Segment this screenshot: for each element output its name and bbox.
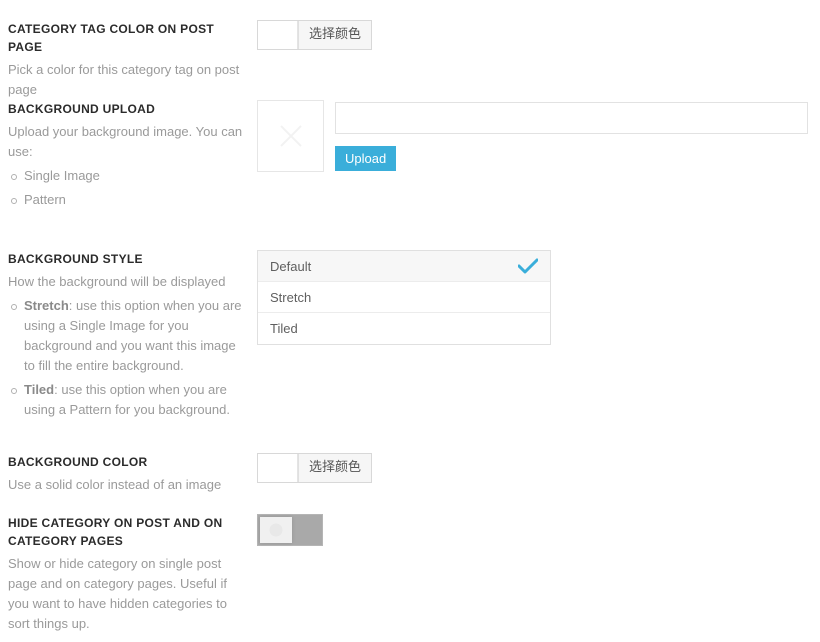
field-control: Upload [257, 100, 809, 180]
field-title: BACKGROUND UPLOAD [8, 100, 248, 118]
choose-color-button[interactable]: 选择颜色 [298, 454, 371, 482]
list-item-text: : use this option when you are using a P… [24, 382, 230, 417]
option-label: Default [270, 259, 311, 274]
check-icon [518, 258, 538, 274]
color-swatch[interactable] [258, 454, 298, 482]
field-description: Pick a color for this category tag on po… [8, 60, 248, 100]
background-image-url-input[interactable] [335, 102, 808, 134]
option-label: Tiled [270, 321, 298, 336]
background-style-option-list: Default Stretch Tiled [257, 250, 551, 345]
field-label-group: BACKGROUND COLOR Use a solid color inste… [8, 453, 248, 495]
field-description: Show or hide category on single post pag… [8, 554, 248, 634]
field-label-group: BACKGROUND STYLE How the background will… [8, 250, 248, 424]
field-label-group: BACKGROUND UPLOAD Upload your background… [8, 100, 248, 214]
field-control: 选择颜色 [257, 20, 372, 52]
list-item: Pattern [8, 190, 248, 210]
field-description: How the background will be displayed [8, 272, 248, 292]
field-description: Upload your background image. You can us… [8, 122, 248, 162]
list-item: Tiled: use this option when you are usin… [8, 380, 248, 420]
toggle-knob [260, 517, 292, 543]
color-swatch[interactable] [258, 21, 298, 49]
option-item-stretch[interactable]: Stretch [258, 282, 550, 313]
upload-control-group: Upload [257, 100, 809, 180]
field-control [257, 514, 323, 546]
list-item-term: Stretch [24, 298, 69, 313]
list-item-term: Tiled [24, 382, 54, 397]
field-control: 选择颜色 [257, 453, 372, 485]
upload-button[interactable]: Upload [335, 146, 396, 171]
hide-category-toggle[interactable] [257, 514, 323, 546]
list-item: Single Image [8, 166, 248, 186]
field-control: Default Stretch Tiled [257, 250, 551, 345]
field-description: Use a solid color instead of an image [8, 475, 248, 495]
field-title: CATEGORY TAG COLOR ON POST PAGE [8, 20, 248, 56]
field-label-group: HIDE CATEGORY ON POST AND ON CATEGORY PA… [8, 514, 248, 634]
category-tag-color-picker[interactable]: 选择颜色 [257, 20, 372, 50]
image-thumbnail-box[interactable] [257, 100, 324, 172]
field-title: HIDE CATEGORY ON POST AND ON CATEGORY PA… [8, 514, 248, 550]
background-color-picker[interactable]: 选择颜色 [257, 453, 372, 483]
background-style-explainer-list: Stretch : use this option when you are us… [8, 296, 248, 420]
option-label: Stretch [270, 290, 311, 305]
option-item-tiled[interactable]: Tiled [258, 313, 550, 344]
list-item: Stretch: use this option when you are us… [8, 296, 248, 376]
field-label-group: CATEGORY TAG COLOR ON POST PAGE Pick a c… [8, 20, 248, 100]
broken-image-icon [276, 121, 306, 151]
choose-color-button[interactable]: 选择颜色 [298, 21, 371, 49]
option-item-default[interactable]: Default [258, 251, 550, 282]
field-title: BACKGROUND STYLE [8, 250, 248, 268]
field-title: BACKGROUND COLOR [8, 453, 248, 471]
background-upload-options-list: Single Image Pattern [8, 166, 248, 210]
